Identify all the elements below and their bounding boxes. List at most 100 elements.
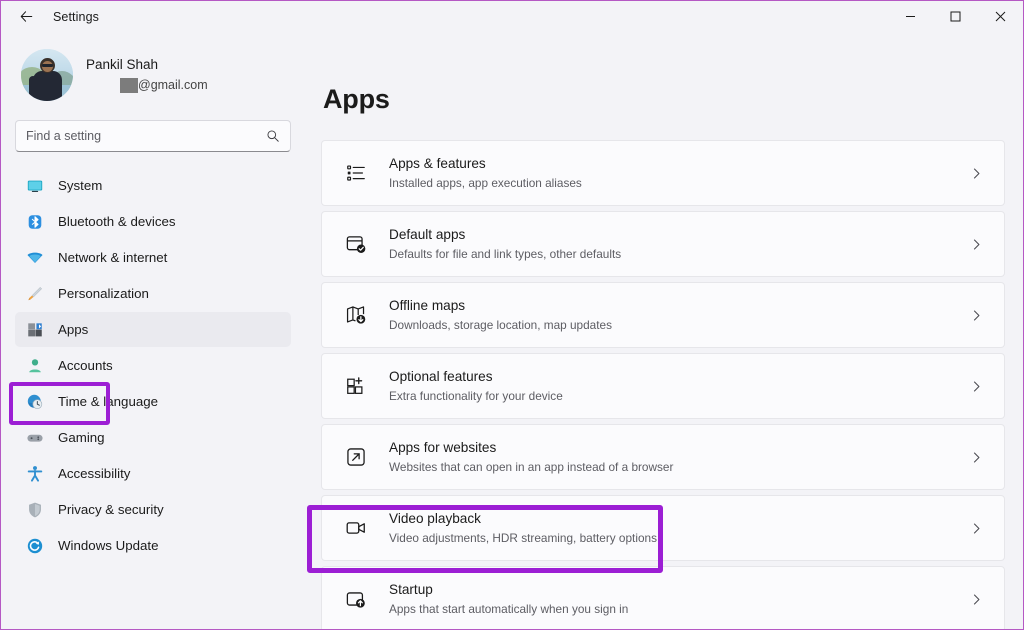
sidebar-item-apps[interactable]: Apps xyxy=(15,312,291,347)
window-body: Pankil Shah @gmail.com Find a setting Sy… xyxy=(1,32,1023,629)
bluetooth-icon xyxy=(25,212,44,231)
sidebar-item-label: Bluetooth & devices xyxy=(58,214,176,229)
sidebar-item-label: System xyxy=(58,178,103,193)
account-name: Pankil Shah xyxy=(86,56,159,72)
card-default-apps[interactable]: Default apps Defaults for file and link … xyxy=(321,211,1005,277)
card-optional-features[interactable]: Optional features Extra functionality fo… xyxy=(321,353,1005,419)
wifi-icon xyxy=(25,248,44,267)
card-title: Video playback xyxy=(389,511,481,526)
page-title: Apps xyxy=(323,84,390,114)
sidebar-item-gaming[interactable]: Gaming xyxy=(15,420,291,455)
window-title: Settings xyxy=(53,9,99,24)
maximize-button[interactable] xyxy=(933,1,978,32)
card-text: Apps & features Installed apps, app exec… xyxy=(389,155,966,191)
apps-icon xyxy=(25,320,44,339)
card-title: Optional features xyxy=(389,369,493,384)
grid-plus-icon xyxy=(343,373,369,399)
card-text: Video playback Video adjustments, HDR st… xyxy=(389,510,966,546)
sidebar-item-accounts[interactable]: Accounts xyxy=(15,348,291,383)
sidebar-item-windows-update[interactable]: Windows Update xyxy=(15,528,291,563)
search-icon xyxy=(267,130,279,142)
sidebar-item-label: Network & internet xyxy=(58,250,168,265)
chevron-right-icon xyxy=(966,309,986,322)
account-text: Pankil Shah @gmail.com xyxy=(86,57,208,94)
card-apps-and-features[interactable]: Apps & features Installed apps, app exec… xyxy=(321,140,1005,206)
sidebar-item-network-internet[interactable]: Network & internet xyxy=(15,240,291,275)
search-box[interactable] xyxy=(15,120,291,152)
back-arrow-icon xyxy=(20,11,32,22)
card-video-playback[interactable]: Video playback Video adjustments, HDR st… xyxy=(321,495,1005,561)
card-text: Offline maps Downloads, storage location… xyxy=(389,297,966,333)
sidebar-item-label: Time & language xyxy=(58,394,159,409)
card-title: Apps & features xyxy=(389,156,486,171)
sidebar-item-label: Gaming xyxy=(58,430,105,445)
gamepad-icon xyxy=(25,428,44,447)
chevron-right-icon xyxy=(966,593,986,606)
close-icon xyxy=(995,11,1006,22)
card-apps-for-websites[interactable]: Apps for websites Websites that can open… xyxy=(321,424,1005,490)
redacted-email-block xyxy=(120,77,138,93)
default-apps-icon xyxy=(343,231,369,257)
card-title: Default apps xyxy=(389,227,466,242)
card-subtitle: Defaults for file and link types, other … xyxy=(389,246,622,261)
avatar xyxy=(21,49,73,101)
card-subtitle: Video adjustments, HDR streaming, batter… xyxy=(389,530,657,545)
sidebar-item-label: Personalization xyxy=(58,286,149,301)
card-subtitle: Extra functionality for your device xyxy=(389,388,563,403)
chevron-right-icon xyxy=(966,380,986,393)
card-offline-maps[interactable]: Offline maps Downloads, storage location… xyxy=(321,282,1005,348)
monitor-icon xyxy=(25,176,44,195)
sidebar-item-label: Windows Update xyxy=(58,538,159,553)
clock-globe-icon xyxy=(25,392,44,411)
account-email-domain: @gmail.com xyxy=(138,77,208,92)
sidebar: Pankil Shah @gmail.com Find a setting Sy… xyxy=(1,32,305,629)
card-subtitle: Apps that start automatically when you s… xyxy=(389,601,629,616)
card-text: Default apps Defaults for file and link … xyxy=(389,226,966,262)
account-email: @gmail.com xyxy=(120,78,208,94)
sidebar-item-personalization[interactable]: Personalization xyxy=(15,276,291,311)
update-icon xyxy=(25,536,44,555)
title-bar: Settings xyxy=(1,1,1023,32)
chevron-right-icon xyxy=(966,451,986,464)
sidebar-nav: System Bluetooth & devices Network & int… xyxy=(1,168,305,629)
chevron-right-icon xyxy=(966,522,986,535)
sidebar-item-accessibility[interactable]: Accessibility xyxy=(15,456,291,491)
video-camera-icon xyxy=(343,515,369,541)
card-text: Optional features Extra functionality fo… xyxy=(389,368,966,404)
minimize-button[interactable] xyxy=(888,1,933,32)
external-link-icon xyxy=(343,444,369,470)
accessibility-icon xyxy=(25,464,44,483)
maximize-icon xyxy=(950,11,961,22)
card-text: Startup Apps that start automatically wh… xyxy=(389,581,966,617)
card-subtitle: Downloads, storage location, map updates xyxy=(389,317,612,332)
sidebar-item-label: Accessibility xyxy=(58,466,131,481)
sidebar-item-privacy-security[interactable]: Privacy & security xyxy=(15,492,291,527)
settings-window: Settings Pankil Shah @gmail.com Find a s… xyxy=(0,0,1024,630)
shield-icon xyxy=(25,500,44,519)
card-subtitle: Websites that can open in an app instead… xyxy=(389,459,674,474)
card-title: Apps for websites xyxy=(389,440,497,455)
startup-icon xyxy=(343,586,369,612)
close-button[interactable] xyxy=(978,1,1023,32)
list-bullet-icon xyxy=(343,160,369,186)
account-tile[interactable]: Pankil Shah @gmail.com xyxy=(15,44,291,106)
search-input[interactable] xyxy=(26,129,266,143)
main-content: Apps Apps & features Installed apps, app… xyxy=(305,32,1023,629)
card-title: Startup xyxy=(389,582,433,597)
chevron-right-icon xyxy=(966,167,986,180)
card-startup[interactable]: Startup Apps that start automatically wh… xyxy=(321,566,1005,629)
window-controls xyxy=(888,1,1023,32)
paintbrush-icon xyxy=(25,284,44,303)
sidebar-item-label: Apps xyxy=(58,322,89,337)
settings-card-list: Apps & features Installed apps, app exec… xyxy=(321,140,1005,629)
sidebar-item-label: Accounts xyxy=(58,358,113,373)
sidebar-item-bluetooth-devices[interactable]: Bluetooth & devices xyxy=(15,204,291,239)
card-title: Offline maps xyxy=(389,298,466,313)
sidebar-item-time-language[interactable]: Time & language xyxy=(15,384,291,419)
sidebar-item-system[interactable]: System xyxy=(15,168,291,203)
card-subtitle: Installed apps, app execution aliases xyxy=(389,175,582,190)
card-text: Apps for websites Websites that can open… xyxy=(389,439,966,475)
person-icon xyxy=(25,356,44,375)
sidebar-item-label: Privacy & security xyxy=(58,502,164,517)
back-button[interactable] xyxy=(9,3,43,31)
